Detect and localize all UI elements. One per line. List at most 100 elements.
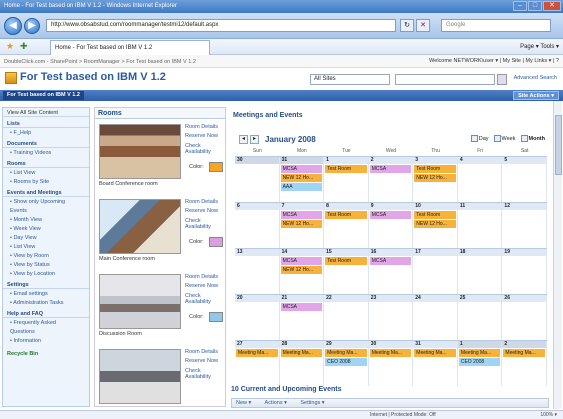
calendar-event[interactable]: Test Room [414,211,456,219]
calendar-event[interactable]: Meeting Ma... [325,349,367,357]
calendar-day[interactable]: 3 Test Room NEW 12 Ho... [413,157,458,202]
calendar-event[interactable]: CEO 2008 [325,358,367,366]
welcome-menu[interactable]: Welcome NETWORK\user ▾ | My Site | My Li… [429,58,559,64]
room-reserve-now-link[interactable]: Reserve Now [185,283,218,289]
calendar-day[interactable]: 14 MCSA NEW 12 Ho... [279,249,325,294]
favorites-star-icon[interactable]: ★ [6,42,14,51]
top-nav-current[interactable]: For Test based on IBM V 1.2 [3,91,84,100]
minimize-button[interactable]: – [513,1,527,11]
calendar-event[interactable]: MCSA [280,211,323,219]
quick-launch-link[interactable]: Events [3,206,89,215]
back-button[interactable]: ◀ [4,17,22,35]
calendar-event[interactable]: Meeting Ma... [369,349,412,357]
room-photo[interactable] [99,349,181,404]
calendar-event[interactable]: NEW 12 Ho... [280,174,323,182]
calendar-day[interactable]: 6 [235,203,280,248]
calendar-day[interactable]: 31 Meeting Ma... [413,341,458,386]
room-photo[interactable] [99,199,181,254]
week-view-button[interactable]: Week [493,135,516,142]
calendar-day[interactable]: 27 Meeting Ma... [235,341,280,386]
room-reserve-now-link[interactable]: Reserve Now [185,208,218,214]
room-name[interactable]: Board Conference room [99,181,158,187]
calendar-day[interactable]: 5 [502,157,547,202]
calendar-day[interactable]: 1 Meeting Ma... CEO 2008 [457,341,503,386]
calendar-day[interactable]: 11 [457,203,503,248]
view-all-content-link[interactable]: View All Site Content [3,108,89,117]
quick-launch-link[interactable]: • List View [3,242,89,251]
calendar-day[interactable]: 28 Meeting Ma... [279,341,325,386]
calendar-day[interactable]: 23 [368,295,414,340]
calendar-event[interactable]: MCSA [280,165,323,173]
calendar-event[interactable]: MCSA [369,257,412,265]
site-search-input[interactable] [395,74,495,85]
refresh-icon[interactable]: ↻ [400,19,414,32]
calendar-event[interactable]: NEW 12 Ho... [280,266,323,274]
calendar-day[interactable]: 18 [457,249,503,294]
calendar-event[interactable]: Meeting Ma... [503,349,545,357]
new-menu[interactable]: New ▾ [236,400,251,406]
page-scrollbar[interactable] [553,101,562,409]
quick-launch-link[interactable]: • View by Status [3,260,89,269]
calendar-day[interactable]: 16 MCSA [368,249,414,294]
quick-launch-link[interactable]: • Week View [3,224,89,233]
room-photo[interactable] [99,274,181,329]
calendar-event[interactable]: Test Room [325,257,367,265]
calendar-event[interactable]: CEO 2008 [458,358,501,366]
scrollbar-thumb[interactable] [555,115,562,175]
quick-launch-link[interactable]: • Training Videos [3,148,89,157]
quick-launch-heading[interactable]: Rooms [3,159,89,168]
calendar-event[interactable]: Meeting Ma... [458,349,501,357]
calendar-day[interactable]: 15 Test Room [324,249,369,294]
room-room-details-link[interactable]: Room Details [185,349,218,355]
calendar-day[interactable]: 30 Meeting Ma... [368,341,414,386]
maximize-button[interactable]: □ [528,1,542,11]
calendar-event[interactable]: AAA [280,183,323,191]
forward-button[interactable]: ▶ [24,18,40,34]
calendar-day[interactable]: 30 [235,157,280,202]
quick-launch-link[interactable]: • View by Room [3,251,89,260]
room-photo[interactable] [99,124,181,179]
calendar-event[interactable]: MCSA [369,165,412,173]
advanced-search-link[interactable]: Advanced Search [514,75,557,81]
month-view-button[interactable]: Month [520,135,545,142]
quick-launch-link[interactable]: Questions [3,327,89,336]
breadcrumb-text[interactable]: DoubleClick.com - SharePoint > RoomManag… [4,59,196,65]
recycle-bin-link[interactable]: Recycle Bin [3,349,89,358]
settings-menu[interactable]: Settings ▾ [300,400,324,406]
calendar-day[interactable]: 19 [502,249,547,294]
quick-launch-link[interactable]: • Information [3,336,89,345]
quick-launch-heading[interactable]: Lists [3,119,89,128]
calendar-event[interactable]: Test Room [414,165,456,173]
calendar-event[interactable]: Test Room [325,211,367,219]
stop-icon[interactable]: ✕ [416,19,430,32]
calendar-day[interactable]: 31 MCSA NEW 12 Ho... AAA [279,157,325,202]
quick-launch-heading[interactable]: Events and Meetings [3,188,89,197]
actions-menu[interactable]: Actions ▾ [265,400,287,406]
quick-launch-link[interactable]: • Administration Tasks [3,298,89,307]
calendar-day[interactable]: 7 MCSA NEW 12 Ho... [279,203,325,248]
quick-launch-heading[interactable]: Help and FAQ [3,309,89,318]
browser-tools[interactable]: Page ▾ Tools ▾ [520,43,559,50]
calendar-event[interactable]: NEW 12 Ho... [280,220,323,228]
calendar-day[interactable]: 8 Test Room [324,203,369,248]
calendar-day[interactable]: 21 MCSA [279,295,325,340]
url-input[interactable]: http://www.obsabstud.com/roommanager/tes… [46,19,396,32]
quick-launch-link[interactable]: • Month View [3,215,89,224]
calendar-day[interactable]: 24 [413,295,458,340]
calendar-day[interactable]: 26 [502,295,547,340]
browser-search-input[interactable]: Google [441,19,551,32]
calendar-day[interactable]: 13 [235,249,280,294]
quick-launch-link[interactable]: • Frequently Asked [3,318,89,327]
calendar-day[interactable]: 1 Test Room [324,157,369,202]
quick-launch-link[interactable]: • List View [3,168,89,177]
quick-launch-heading[interactable]: Documents [3,139,89,148]
calendar-day[interactable]: 25 [457,295,503,340]
calendar-event[interactable]: MCSA [369,211,412,219]
quick-launch-link[interactable]: • Day View [3,233,89,242]
calendar-event[interactable]: Meeting Ma... [414,349,456,357]
calendar-day[interactable]: 4 [457,157,503,202]
calendar-day[interactable]: 9 MCSA [368,203,414,248]
room-room-details-link[interactable]: Room Details [185,124,218,130]
day-view-button[interactable]: Day [470,135,489,142]
quick-launch-link[interactable]: • Show only Upcoming [3,197,89,206]
